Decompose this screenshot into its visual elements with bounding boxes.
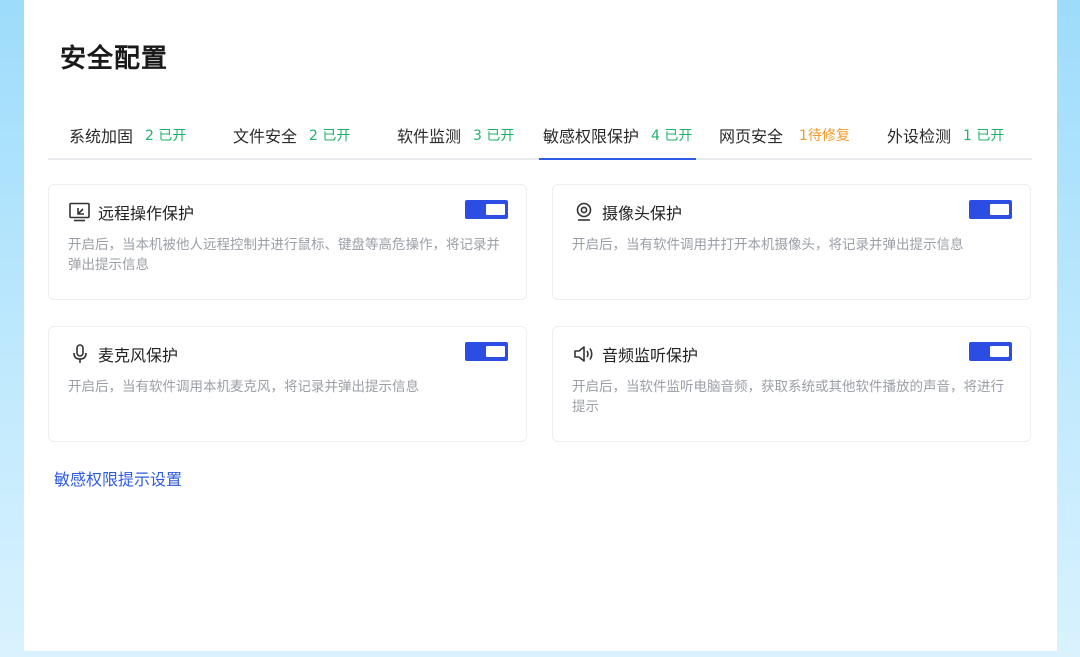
toggle-knob [486, 346, 505, 357]
tab-badge: 4 已开 [651, 128, 693, 144]
tab-label: 系统加固 [69, 127, 134, 146]
page-title: 安全配置 [60, 44, 169, 74]
card-description: 开启后，当有软件调用并打开本机摄像头，将记录并弹出提示信息 [572, 237, 964, 253]
remote-operation-toggle[interactable] [465, 200, 508, 219]
card-title: 音频监听保护 [602, 346, 699, 365]
tab-label: 敏感权限保护 [543, 127, 640, 146]
camera-toggle[interactable] [969, 200, 1012, 219]
tab-badge: 1待修复 [799, 128, 850, 144]
tab-software-monitoring[interactable]: 软件监测 3 已开 [397, 112, 514, 158]
card-microphone-protection: 麦克风保护 开启后，当有软件调用本机麦克风，将记录并弹出提示信息 [48, 326, 527, 442]
speaker-icon [573, 343, 595, 365]
card-description: 开启后，当本机被他人远程控制并进行鼠标、键盘等高危操作，将记录并弹出提示信息 [68, 237, 500, 273]
tab-badge: 2 已开 [309, 128, 351, 144]
card-audio-monitoring-protection: 音频监听保护 开启后，当软件监听电脑音频，获取系统或其他软件播放的声音，将进行提… [552, 326, 1031, 442]
card-title: 麦克风保护 [98, 346, 179, 365]
camera-icon [573, 201, 595, 223]
tab-peripheral-detection[interactable]: 外设检测 1 已开 [887, 112, 1004, 158]
tab-bar: 系统加固 2 已开 文件安全 2 已开 软件监测 3 已开 敏感权限保护 4 已… [48, 112, 1032, 160]
tab-label: 文件安全 [233, 127, 298, 146]
card-title: 远程操作保护 [98, 204, 195, 223]
toggle-knob [990, 346, 1009, 357]
sensitive-permission-settings-link[interactable]: 敏感权限提示设置 [54, 466, 182, 490]
tab-label: 外设检测 [887, 127, 952, 146]
toggle-knob [486, 204, 505, 215]
card-description: 开启后，当有软件调用本机麦克风，将记录并弹出提示信息 [68, 379, 419, 395]
card-camera-protection: 摄像头保护 开启后，当有软件调用并打开本机摄像头，将记录并弹出提示信息 [552, 184, 1031, 300]
remote-screen-icon [69, 201, 91, 223]
tab-web-security[interactable]: 网页安全 1待修复 [719, 112, 850, 158]
card-title: 摄像头保护 [602, 204, 683, 223]
tab-file-security[interactable]: 文件安全 2 已开 [233, 112, 350, 158]
tab-badge: 2 已开 [145, 128, 187, 144]
microphone-toggle[interactable] [465, 342, 508, 361]
card-description: 开启后，当软件监听电脑音频，获取系统或其他软件播放的声音，将进行提示 [572, 379, 1004, 415]
tab-badge: 3 已开 [473, 128, 515, 144]
security-config-panel: 安全配置 系统加固 2 已开 文件安全 2 已开 软件监测 3 已开 敏感权限保… [24, 0, 1057, 651]
tab-label: 网页安全 [719, 127, 784, 146]
tab-label: 软件监测 [397, 127, 462, 146]
tab-badge: 1 已开 [963, 128, 1005, 144]
tab-system-hardening[interactable]: 系统加固 2 已开 [69, 112, 186, 158]
tab-sensitive-permission[interactable]: 敏感权限保护 4 已开 [539, 112, 697, 160]
microphone-icon [69, 343, 91, 365]
toggle-knob [990, 204, 1009, 215]
card-remote-operation-protection: 远程操作保护 开启后，当本机被他人远程控制并进行鼠标、键盘等高危操作，将记录并弹… [48, 184, 527, 300]
audio-monitoring-toggle[interactable] [969, 342, 1012, 361]
